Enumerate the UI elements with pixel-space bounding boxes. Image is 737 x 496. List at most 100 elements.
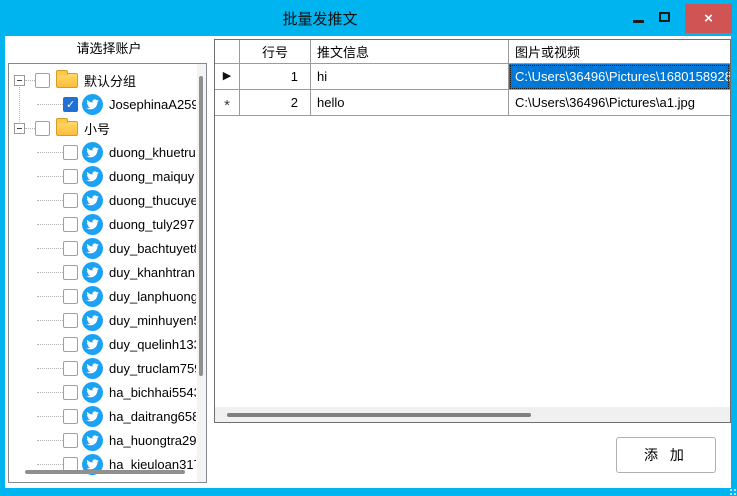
window-title: 批量发推文 [0, 8, 640, 29]
cell-row-number[interactable]: 1 [240, 64, 311, 90]
node-checkbox[interactable] [63, 193, 78, 208]
tree-connector [37, 320, 63, 321]
grid-row[interactable]: ▶ 1 hi C:\Users\36496\Pictures\168015892… [215, 64, 730, 90]
node-label[interactable]: 小号 [84, 119, 110, 138]
tree-node[interactable]: duong_tuly297 [9, 212, 196, 236]
grid-row[interactable]: * 2 hello C:\Users\36496\Pictures\a1.jpg [215, 90, 730, 116]
tree-node[interactable]: ha_huongtra29 [9, 428, 196, 452]
tree-node[interactable]: duy_bachtuyet8 [9, 236, 196, 260]
node-label[interactable]: ha_daitrang658 [109, 409, 196, 424]
cell-tweet-text[interactable]: hi [311, 64, 509, 90]
node-checkbox[interactable] [63, 289, 78, 304]
grid-header: 行号 推文信息 图片或视频 [215, 40, 730, 64]
node-label[interactable]: ha_bichhai5543 [109, 385, 196, 400]
tree-horizontal-scrollbar[interactable] [11, 465, 191, 479]
node-checkbox[interactable] [63, 145, 78, 160]
node-checkbox[interactable] [35, 121, 50, 136]
node-checkbox[interactable] [63, 97, 78, 112]
tree-node[interactable]: ha_bichhai5543 [9, 380, 196, 404]
twitter-icon [82, 430, 103, 451]
tree-node[interactable]: duong_maiquy [9, 164, 196, 188]
node-label[interactable]: duong_khuetru [109, 145, 196, 160]
tree-connector [37, 200, 63, 201]
node-checkbox[interactable] [63, 265, 78, 280]
tree-vertical-scrollbar[interactable] [197, 64, 206, 482]
node-checkbox[interactable] [63, 241, 78, 256]
col-header-tweet[interactable]: 推文信息 [311, 40, 509, 64]
node-label[interactable]: duong_thucuye [109, 193, 196, 208]
tree-node[interactable]: duy_truclam759 [9, 356, 196, 380]
node-label[interactable]: JosephinaA259 [109, 97, 196, 112]
node-label[interactable]: duong_maiquy [109, 169, 194, 184]
node-label[interactable]: duy_truclam759 [109, 361, 196, 376]
node-label[interactable]: 默认分组 [84, 71, 136, 90]
maximize-button[interactable] [651, 0, 677, 34]
grid-body: ▶ 1 hi C:\Users\36496\Pictures\168015892… [215, 64, 730, 116]
cell-media-path[interactable]: C:\Users\36496\Pictures\a1.jpg [509, 90, 730, 116]
add-button[interactable]: 添 加 [616, 437, 716, 473]
node-checkbox[interactable] [63, 337, 78, 352]
tree-node[interactable]: duy_quelinh133 [9, 332, 196, 356]
account-tree: 默认分组 JosephinaA259 [8, 63, 207, 483]
close-button[interactable]: × [685, 4, 732, 33]
account-panel-title: 请选择账户 [5, 36, 213, 62]
node-label[interactable]: duy_minhuyen5 [109, 313, 196, 328]
col-header-media[interactable]: 图片或视频 [509, 40, 730, 64]
tree-node[interactable]: ha_daitrang658 [9, 404, 196, 428]
tree-connector [25, 128, 35, 129]
resize-grip[interactable] [728, 487, 736, 495]
tree-node[interactable]: 小号 [9, 116, 196, 140]
grid-hscroll-thumb[interactable] [227, 413, 531, 417]
tree-node[interactable]: duong_thucuye [9, 188, 196, 212]
twitter-icon [82, 310, 103, 331]
folder-icon [56, 73, 78, 88]
node-label[interactable]: duy_khanhtran [109, 265, 195, 280]
node-checkbox[interactable] [35, 73, 50, 88]
tree-connector [37, 440, 63, 441]
cell-media-path[interactable]: C:\Users\36496\Pictures\1680158928 [509, 64, 730, 90]
cell-row-number[interactable]: 2 [240, 90, 311, 116]
node-checkbox[interactable] [63, 361, 78, 376]
node-checkbox[interactable] [63, 385, 78, 400]
node-checkbox[interactable] [63, 169, 78, 184]
collapse-toggle-icon[interactable] [14, 123, 25, 134]
tree-connector [37, 104, 63, 105]
tree-node[interactable]: duy_lanphuong [9, 284, 196, 308]
node-label[interactable]: ha_huongtra29 [109, 433, 196, 448]
tree-vscroll-thumb[interactable] [199, 76, 203, 376]
node-label[interactable]: duy_quelinh133 [109, 337, 196, 352]
grid-corner-header[interactable] [215, 40, 240, 64]
titlebar[interactable]: 批量发推文 × [0, 0, 737, 36]
twitter-icon [82, 262, 103, 283]
row-header-cell[interactable]: * [215, 90, 240, 116]
tree-connector [37, 344, 63, 345]
node-checkbox[interactable] [63, 433, 78, 448]
tree-node[interactable]: duy_khanhtran [9, 260, 196, 284]
footer: 添 加 [214, 423, 731, 488]
tree-node[interactable]: duong_khuetru [9, 140, 196, 164]
twitter-icon [82, 190, 103, 211]
row-header-cell[interactable]: ▶ [215, 64, 240, 90]
node-checkbox[interactable] [63, 217, 78, 232]
tree-connector [37, 272, 63, 273]
twitter-icon [82, 358, 103, 379]
minimize-button[interactable] [625, 0, 651, 34]
cell-tweet-text[interactable]: hello [311, 90, 509, 116]
tree-connector [37, 248, 63, 249]
node-checkbox[interactable] [63, 409, 78, 424]
node-label[interactable]: duy_lanphuong [109, 289, 196, 304]
tree-connector [37, 224, 63, 225]
tree-hscroll-thumb[interactable] [25, 470, 185, 474]
node-label[interactable]: duy_bachtuyet8 [109, 241, 196, 256]
twitter-icon [82, 406, 103, 427]
collapse-toggle-icon[interactable] [14, 75, 25, 86]
node-checkbox[interactable] [63, 313, 78, 328]
col-header-row-number[interactable]: 行号 [240, 40, 311, 64]
grid-horizontal-scrollbar[interactable] [215, 407, 730, 422]
tree-node[interactable]: JosephinaA259 [9, 92, 196, 116]
tree-node[interactable]: 默认分组 [9, 68, 196, 92]
window-content: 请选择账户 默认分组 [5, 36, 731, 488]
node-label[interactable]: duong_tuly297 [109, 217, 194, 232]
tree-connector [37, 152, 63, 153]
tree-node[interactable]: duy_minhuyen5 [9, 308, 196, 332]
